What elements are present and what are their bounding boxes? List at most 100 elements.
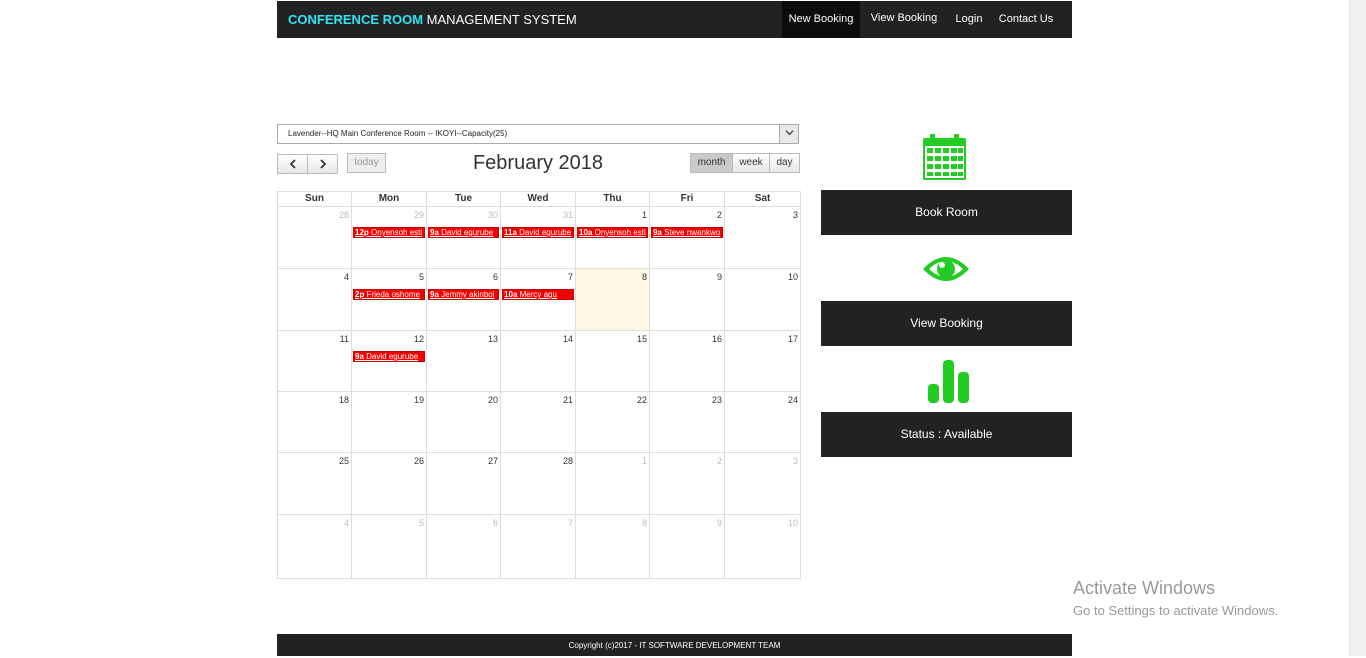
day-number: 17 [787, 334, 798, 344]
day-number: 14 [562, 334, 573, 344]
day-number: 30 [487, 210, 498, 220]
calendar-day[interactable]: 28 [500, 452, 576, 515]
calendar-day[interactable]: 17 [724, 330, 801, 392]
calendar-day[interactable]: 1 [575, 452, 650, 515]
calendar-day[interactable]: 4 [277, 514, 352, 579]
calendar-event[interactable]: 9a David egurube [353, 351, 425, 362]
chevron-down-icon[interactable] [779, 125, 798, 143]
weekday-header: Tue [426, 191, 501, 207]
event-title: David egurube [366, 352, 419, 361]
calendar-day[interactable]: 11 [277, 330, 352, 392]
windows-activation-watermark: Activate Windows [1073, 578, 1216, 598]
nav-login[interactable]: Login [951, 1, 987, 38]
day-number: 2 [716, 210, 722, 220]
calendar-event[interactable]: 9a Steve nwankwo [651, 227, 723, 238]
event-title: Mercy agu [519, 290, 557, 299]
weekday-header: Thu [575, 191, 650, 207]
calendar-event[interactable]: 11a David egurube [502, 227, 574, 238]
day-number: 28 [338, 210, 349, 220]
calendar-day[interactable]: 3 [724, 206, 801, 269]
next-button[interactable] [307, 154, 338, 174]
weekday-header: Wed [500, 191, 576, 207]
calendar-event[interactable]: 12p Onyensoh esti [353, 227, 425, 238]
event-title: Steve nwankwo [664, 228, 721, 237]
calendar-day[interactable]: 7 [500, 514, 576, 579]
day-number: 6 [492, 518, 498, 528]
brand-title[interactable]: CONFERENCE ROOM MANAGEMENT SYSTEM [288, 1, 577, 38]
today-button[interactable]: today [347, 153, 386, 173]
day-number: 7 [567, 518, 573, 528]
calendar-day[interactable]: 3 [724, 452, 801, 515]
calendar-day[interactable]: 21 [500, 391, 576, 453]
day-number: 9 [716, 518, 722, 528]
day-number: 10 [787, 518, 798, 528]
day-number: 3 [792, 210, 798, 220]
day-number: 18 [338, 395, 349, 405]
day-number: 16 [711, 334, 722, 344]
view-month-button[interactable]: month [690, 153, 733, 173]
room-select-value: Lavender--HQ Main Conference Room -- IKO… [288, 129, 508, 138]
event-title: Jemmy akinboi [441, 290, 495, 299]
calendar-day[interactable]: 5 [351, 514, 427, 579]
calendar-day[interactable]: 25 [277, 452, 352, 515]
nav-new-booking[interactable]: New Booking [782, 1, 860, 38]
day-number: 1 [641, 456, 647, 466]
calendar-event[interactable]: 9a Jemmy akinboi [428, 289, 499, 300]
day-number: 21 [562, 395, 573, 405]
day-number: 27 [487, 456, 498, 466]
day-number: 4 [343, 518, 349, 528]
calendar-event[interactable]: 2p Frieda oshome [353, 289, 425, 300]
calendar-day[interactable]: 18 [277, 391, 352, 453]
day-number: 9 [716, 272, 722, 282]
event-title: Onyensoh esti [371, 228, 423, 237]
calendar-day[interactable]: 19 [351, 391, 427, 453]
view-week-button[interactable]: week [732, 153, 770, 173]
calendar-day[interactable]: 4 [277, 268, 352, 331]
calendar-day[interactable]: 14 [500, 330, 576, 392]
calendar-day[interactable]: 27 [426, 452, 501, 515]
calendar-event[interactable]: 10a Onyensoh esti [577, 227, 648, 238]
calendar-day[interactable]: 15 [575, 330, 650, 392]
calendar-day[interactable]: 20 [426, 391, 501, 453]
prev-button[interactable] [277, 154, 308, 174]
calendar-day[interactable]: 26 [351, 452, 427, 515]
calendar-day[interactable]: 28 [277, 206, 352, 269]
view-day-button[interactable]: day [769, 153, 800, 173]
calendar-day[interactable]: 16 [649, 330, 725, 392]
day-number: 6 [492, 272, 498, 282]
calendar-day[interactable]: 24 [724, 391, 801, 453]
calendar-event[interactable]: 9a David egurube [428, 227, 499, 238]
day-number: 7 [567, 272, 573, 282]
vertical-scrollbar[interactable] [1349, 0, 1366, 656]
calendar-day[interactable]: 10 [724, 514, 801, 579]
day-number: 5 [418, 518, 424, 528]
day-number: 4 [343, 272, 349, 282]
calendar-day[interactable]: 9 [649, 268, 725, 331]
calendar-day[interactable]: 23 [649, 391, 725, 453]
nav-contact-us[interactable]: Contact Us [997, 1, 1055, 38]
calendar-day-today[interactable]: 8 [575, 268, 650, 331]
event-time: 9a [430, 228, 439, 237]
calendar-day[interactable]: 8 [575, 514, 650, 579]
event-time: 2p [355, 290, 365, 299]
day-number: 24 [787, 395, 798, 405]
calendar-day[interactable]: 22 [575, 391, 650, 453]
nav-view-booking[interactable]: View Booking [864, 1, 944, 38]
calendar-day[interactable]: 6 [426, 514, 501, 579]
calendar-day[interactable]: 9 [649, 514, 725, 579]
calendar-day[interactable]: 13 [426, 330, 501, 392]
weekday-header: Fri [649, 191, 725, 207]
room-select[interactable]: Lavender--HQ Main Conference Room -- IKO… [277, 124, 799, 144]
day-number: 2 [716, 456, 722, 466]
day-number: 12 [413, 334, 424, 344]
calendar-day[interactable]: 2 [649, 452, 725, 515]
day-number: 29 [413, 210, 424, 220]
day-number: 1 [641, 210, 647, 220]
book-room-button[interactable]: Book Room [821, 190, 1072, 235]
calendar-event[interactable]: 10a Mercy agu [502, 289, 574, 300]
chevron-right-icon [319, 159, 326, 169]
calendar-day[interactable]: 10 [724, 268, 801, 331]
event-time: 9a [355, 352, 364, 361]
weekday-header: Sat [724, 191, 801, 207]
view-booking-button[interactable]: View Booking [821, 301, 1072, 346]
